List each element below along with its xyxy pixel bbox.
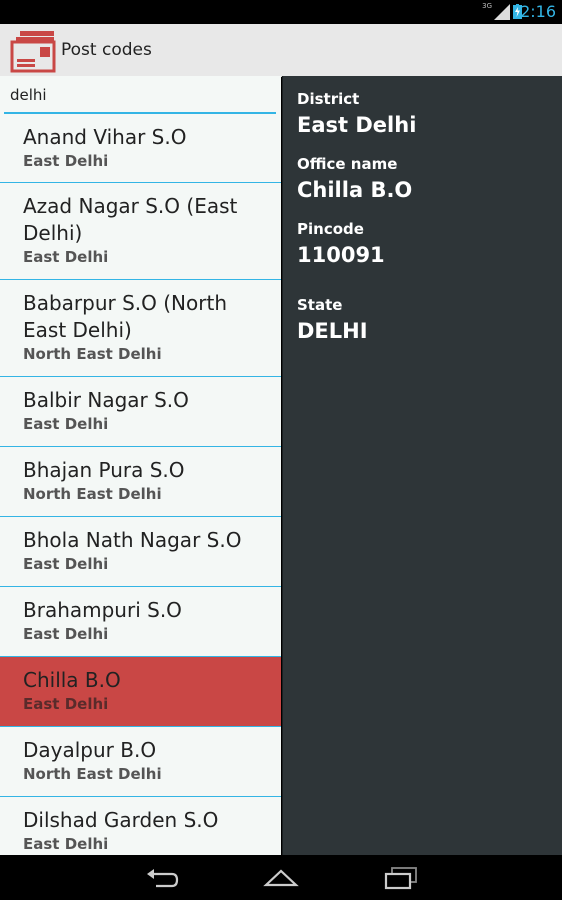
search-box[interactable] [4,82,276,114]
search-input[interactable] [4,82,270,108]
office-district: East Delhi [23,152,109,170]
office-name: Dilshad Garden S.O [23,808,219,832]
office-name: Brahampuri S.O [23,598,182,622]
office-district: North East Delhi [23,345,162,363]
list-item[interactable]: Anand Vihar S.O East Delhi [0,119,281,183]
list-item[interactable]: Bhola Nath Nagar S.O East Delhi [0,517,281,587]
office-district: East Delhi [23,835,109,853]
office-name: Bhola Nath Nagar S.O [23,528,242,552]
recents-icon[interactable] [383,865,419,891]
list-item[interactable]: Dilshad Garden S.O East Delhi [0,797,281,855]
office-district: North East Delhi [23,765,162,783]
office-name: Chilla B.O [23,668,121,692]
office-district: East Delhi [23,248,109,266]
office-name-value: Chilla B.O [297,178,413,202]
list-item-selected[interactable]: Chilla B.O East Delhi [0,657,281,727]
state-value: DELHI [297,319,368,343]
office-name: Anand Vihar S.O [23,125,187,149]
list-item[interactable]: Babarpur S.O (North East Delhi) North Ea… [0,280,281,377]
detail-pane: District East Delhi Office name Chilla B… [282,76,562,855]
signal-icon [494,4,510,20]
office-district: North East Delhi [23,485,162,503]
list-item[interactable]: Brahampuri S.O East Delhi [0,587,281,657]
list-item[interactable]: Balbir Nagar S.O East Delhi [0,377,281,447]
office-name: Bhajan Pura S.O [23,458,185,482]
back-icon[interactable] [144,865,180,891]
list-pane: Anand Vihar S.O East Delhi Azad Nagar S.… [0,76,281,855]
office-name: Azad Nagar S.O (East Delhi) [23,194,238,245]
office-district: East Delhi [23,555,109,573]
office-name: Babarpur S.O (North East Delhi) [23,291,227,342]
list-item[interactable]: Azad Nagar S.O (East Delhi) East Delhi [0,183,281,280]
district-label: District [297,90,360,108]
status-bar: 3G 2:16 [0,0,562,24]
district-value: East Delhi [297,113,417,137]
app-title: Post codes [61,40,152,60]
post-office-list: Anand Vihar S.O East Delhi Azad Nagar S.… [0,119,281,855]
list-item[interactable]: Bhajan Pura S.O North East Delhi [0,447,281,517]
home-icon[interactable] [263,865,299,891]
state-label: State [297,296,343,314]
action-bar: Post codes [0,24,562,77]
office-district: East Delhi [23,625,109,643]
office-name: Dayalpur B.O [23,738,157,762]
office-district: East Delhi [23,415,109,433]
office-name: Balbir Nagar S.O [23,388,189,412]
office-district: East Delhi [23,695,109,713]
office-name-label: Office name [297,155,398,173]
clock: 2:16 [520,2,556,21]
network-type: 3G [482,2,492,10]
pincode-label: Pincode [297,220,364,238]
list-item[interactable]: Dayalpur B.O North East Delhi [0,727,281,797]
navigation-bar [0,855,562,900]
post-box-icon[interactable] [10,29,56,73]
pincode-value: 110091 [297,243,385,267]
